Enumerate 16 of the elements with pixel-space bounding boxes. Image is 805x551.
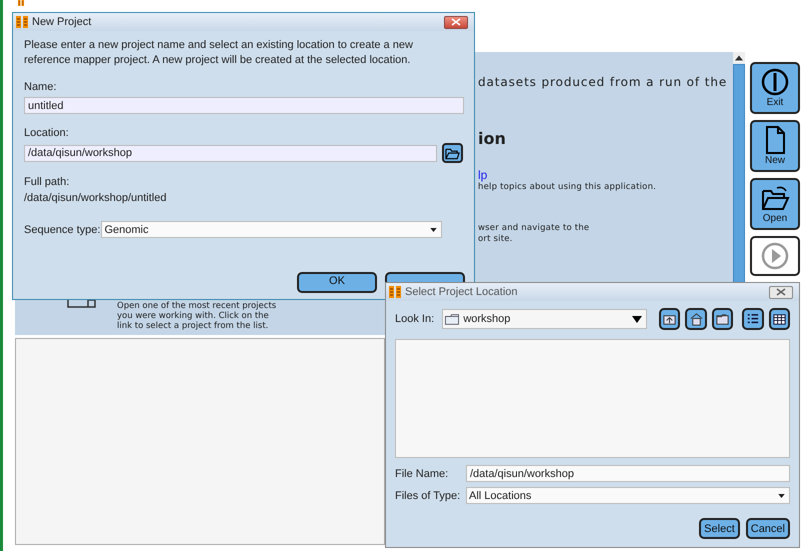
field-label: Location: xyxy=(24,127,70,139)
field-label: Look In: xyxy=(395,313,436,325)
full-path-text: /data/qisun/workshop/untitled xyxy=(24,192,168,204)
section-heading: ion xyxy=(478,129,506,148)
field-label: Sequence type: xyxy=(24,224,100,236)
recent-projects-text: Open one of the most recent projects you were working with. Click on the link to select a project from the list. xyxy=(117,301,277,333)
help-text: help topics about using this application. xyxy=(478,182,656,192)
field-label: Full path: xyxy=(24,176,70,188)
intro-text: datasets produced from a run of the xyxy=(478,75,728,89)
field-label: Name: xyxy=(24,81,58,93)
field-label: Files of Type: xyxy=(395,490,462,502)
window-title: New Project xyxy=(32,16,92,28)
window-title: Select Project Location xyxy=(405,286,519,298)
instructions-text: Please enter a new project name and select an existing location to create a new reference mapper project. A new project will be created at the selected location. xyxy=(24,38,414,68)
support-text: wser and navigate to the ort site. xyxy=(478,223,590,245)
field-label: File Name: xyxy=(395,468,450,480)
